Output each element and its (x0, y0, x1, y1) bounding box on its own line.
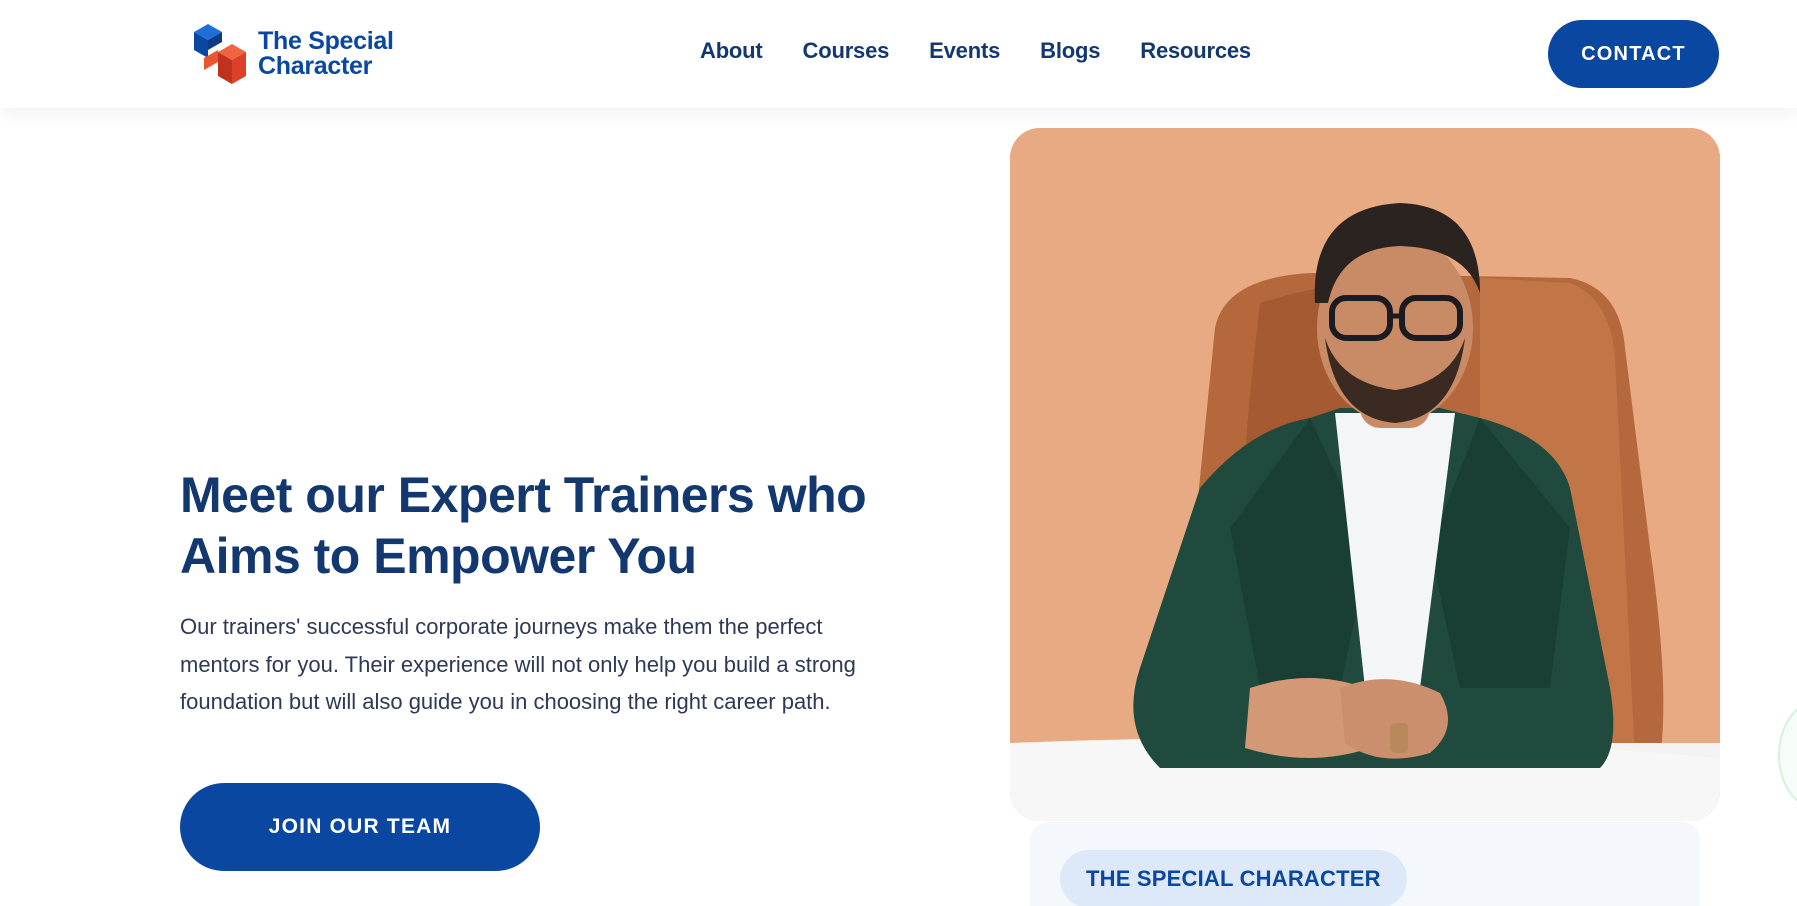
trainer-illustration (1010, 128, 1720, 821)
brand-logo[interactable]: The Special Character (190, 22, 394, 86)
trainer-info-card: THE SPECIAL CHARACTER (1030, 822, 1700, 906)
trainer-badge: THE SPECIAL CHARACTER (1060, 850, 1407, 906)
hero-description: Our trainers' successful corporate journ… (180, 614, 856, 714)
brand-name-line2: Character (258, 52, 373, 80)
site-header: The Special Character About Courses Even… (0, 0, 1797, 108)
brand-name: The Special Character (258, 29, 394, 79)
nav-link-courses[interactable]: Courses (803, 38, 890, 64)
hero-title: Meet our Expert Trainers who Aims to Emp… (180, 467, 867, 584)
main-nav: About Courses Events Blogs Resources (700, 38, 1251, 64)
join-our-team-button[interactable]: JOIN OUR TEAM (180, 783, 540, 871)
nav-link-blogs[interactable]: Blogs (1040, 38, 1100, 64)
nav-link-about[interactable]: About (700, 38, 763, 64)
contact-button[interactable]: CONTACT (1548, 20, 1719, 88)
brand-name-line1: The Special (258, 27, 394, 55)
decorative-circle (1778, 700, 1797, 810)
logo-cube-icon (194, 24, 246, 84)
trainer-photo (1010, 128, 1720, 821)
nav-link-events[interactable]: Events (929, 38, 1000, 64)
nav-link-resources[interactable]: Resources (1140, 38, 1251, 64)
